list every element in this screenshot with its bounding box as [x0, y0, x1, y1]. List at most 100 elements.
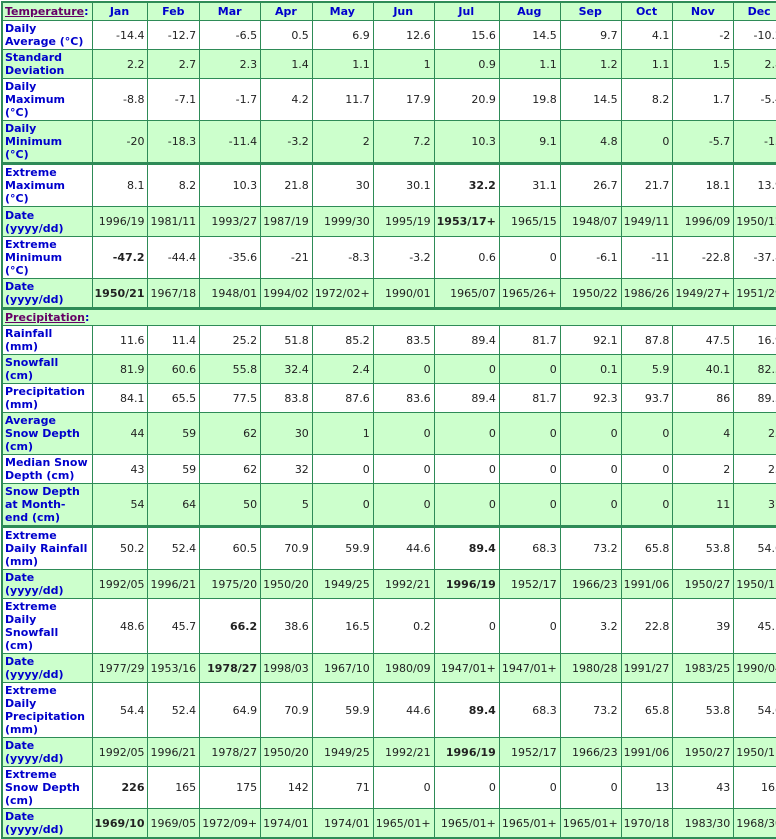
value-cell-may: 0	[311, 483, 374, 528]
value-cell-oct: 0	[620, 412, 674, 455]
value-cell-jul: 1996/19	[433, 737, 500, 767]
value-cell-may: 1	[311, 412, 374, 455]
value-cell-jun: 30.1	[372, 163, 435, 207]
value-cell-apr: 70.9	[260, 526, 313, 570]
section-link-precipitation[interactable]: Precipitation	[5, 311, 85, 324]
row-label: Extreme Minimum (°C)	[1, 236, 93, 279]
value-cell-jul: 0	[433, 483, 500, 528]
value-cell-aug: 1952/17	[498, 737, 561, 767]
value-cell-jul: 1947/01+	[433, 653, 500, 683]
value-cell-may: 1949/25	[311, 569, 374, 599]
row-label: Date (yyyy/dd)	[1, 653, 93, 683]
column-header-jul: Jul	[433, 1, 500, 21]
value-cell-oct: 1970/18	[620, 808, 674, 839]
value-cell-dec: -5.4	[733, 78, 776, 121]
value-cell-jun: 0.2	[372, 598, 435, 654]
value-cell-jul: 0	[433, 412, 500, 455]
value-cell-apr: 51.8	[260, 325, 313, 355]
value-cell-feb: 1981/11	[147, 206, 201, 237]
value-cell-oct: 65.8	[620, 526, 674, 570]
value-cell-nov: -22.8	[672, 236, 735, 279]
value-cell-dec: 82.3	[733, 354, 776, 384]
value-cell-jun: 44.6	[372, 682, 435, 738]
value-cell-apr: -21	[260, 236, 313, 279]
value-cell-oct: 4.1	[620, 20, 674, 50]
value-cell-sep: 26.7	[559, 163, 622, 207]
table-row: Extreme Maximum (°C) 8.1 8.2 10.3 21.8 30 30.1…	[1, 163, 776, 207]
row-label: Standard Deviation	[1, 49, 93, 79]
value-cell-jul: 89.4	[433, 682, 500, 738]
column-header-dec: Dec	[733, 1, 776, 21]
section-title: Temperature:	[1, 1, 93, 21]
value-cell-jul: 32.2	[433, 163, 500, 207]
value-cell-dec: 163	[733, 766, 776, 809]
value-cell-dec: 89.3	[733, 383, 776, 413]
value-cell-jan: 48.6	[91, 598, 149, 654]
value-cell-aug: 0	[498, 236, 561, 279]
value-cell-apr: 1950/20	[260, 737, 313, 767]
value-cell-mar: 1972/09+	[199, 808, 262, 839]
section-colon: :	[84, 311, 90, 324]
value-cell-dec: 1950/12	[733, 206, 776, 237]
value-cell-jul: 1965/01+	[433, 808, 500, 839]
value-cell-oct: 5.9	[620, 354, 674, 384]
column-header-apr: Apr	[260, 1, 313, 21]
value-cell-jun: 83.6	[372, 383, 435, 413]
table-row: Date (yyyy/dd) 1992/05 1996/21 1978/27 1950/…	[1, 737, 776, 767]
value-cell-oct: 65.8	[620, 682, 674, 738]
value-cell-dec: 54.6	[733, 682, 776, 738]
value-cell-sep: 1948/07	[559, 206, 622, 237]
value-cell-dec: 1968/30	[733, 808, 776, 839]
column-header-feb: Feb	[147, 1, 201, 21]
value-cell-sep: 73.2	[559, 682, 622, 738]
value-cell-jan: 44	[91, 412, 149, 455]
value-cell-jun: 0	[372, 483, 435, 528]
value-cell-jan: 1996/19	[91, 206, 149, 237]
value-cell-apr: 1987/19	[260, 206, 313, 237]
value-cell-jan: -20	[91, 120, 149, 165]
value-cell-nov: 1996/09	[672, 206, 735, 237]
value-cell-may: 71	[311, 766, 374, 809]
value-cell-jun: 1	[372, 49, 435, 79]
value-cell-feb: 2.7	[147, 49, 201, 79]
value-cell-apr: 142	[260, 766, 313, 809]
value-cell-nov: 39	[672, 598, 735, 654]
value-cell-nov: 43	[672, 766, 735, 809]
value-cell-aug: 0	[498, 412, 561, 455]
value-cell-oct: 22.8	[620, 598, 674, 654]
value-cell-aug: 81.7	[498, 325, 561, 355]
table-row: Daily Maximum (°C) -8.8 -7.1 -1.7 4.2 11.7 17.…	[1, 78, 776, 121]
value-cell-dec: 1950/11	[733, 569, 776, 599]
value-cell-jul: 0	[433, 454, 500, 484]
row-label: Extreme Daily Precipitation (mm)	[1, 682, 93, 738]
section-link-temperature[interactable]: Temperature	[5, 5, 84, 18]
value-cell-apr: 21.8	[260, 163, 313, 207]
value-cell-jan: 1950/21	[91, 278, 149, 310]
value-cell-nov: 40.1	[672, 354, 735, 384]
value-cell-aug: 1965/26+	[498, 278, 561, 310]
value-cell-mar: 60.5	[199, 526, 262, 570]
value-cell-mar: -6.5	[199, 20, 262, 50]
value-cell-jan: 1977/29	[91, 653, 149, 683]
value-cell-apr: 1998/03	[260, 653, 313, 683]
table-row: Extreme Daily Rainfall (mm) 50.2 52.4 60.5 7…	[1, 526, 776, 570]
value-cell-mar: 2.3	[199, 49, 262, 79]
value-cell-apr: 4.2	[260, 78, 313, 121]
value-cell-may: 1.1	[311, 49, 374, 79]
value-cell-apr: 38.6	[260, 598, 313, 654]
value-cell-jan: 1992/05	[91, 569, 149, 599]
value-cell-jun: 1992/21	[372, 737, 435, 767]
value-cell-feb: 52.4	[147, 526, 201, 570]
value-cell-oct: 21.7	[620, 163, 674, 207]
value-cell-jan: 8.1	[91, 163, 149, 207]
value-cell-sep: 73.2	[559, 526, 622, 570]
table-row: Snowfall (cm) 81.9 60.6 55.8 32.4 2.4 0 0 0 0.1 5.…	[1, 354, 776, 384]
value-cell-sep: 1950/22	[559, 278, 622, 310]
value-cell-oct: 1986/26	[620, 278, 674, 310]
value-cell-dec: 16.9	[733, 325, 776, 355]
value-cell-dec: 13.9	[733, 163, 776, 207]
value-cell-sep: 9.7	[559, 20, 622, 50]
value-cell-jun: 0	[372, 766, 435, 809]
value-cell-jun: 1992/21	[372, 569, 435, 599]
row-label: Extreme Maximum (°C)	[1, 163, 93, 207]
